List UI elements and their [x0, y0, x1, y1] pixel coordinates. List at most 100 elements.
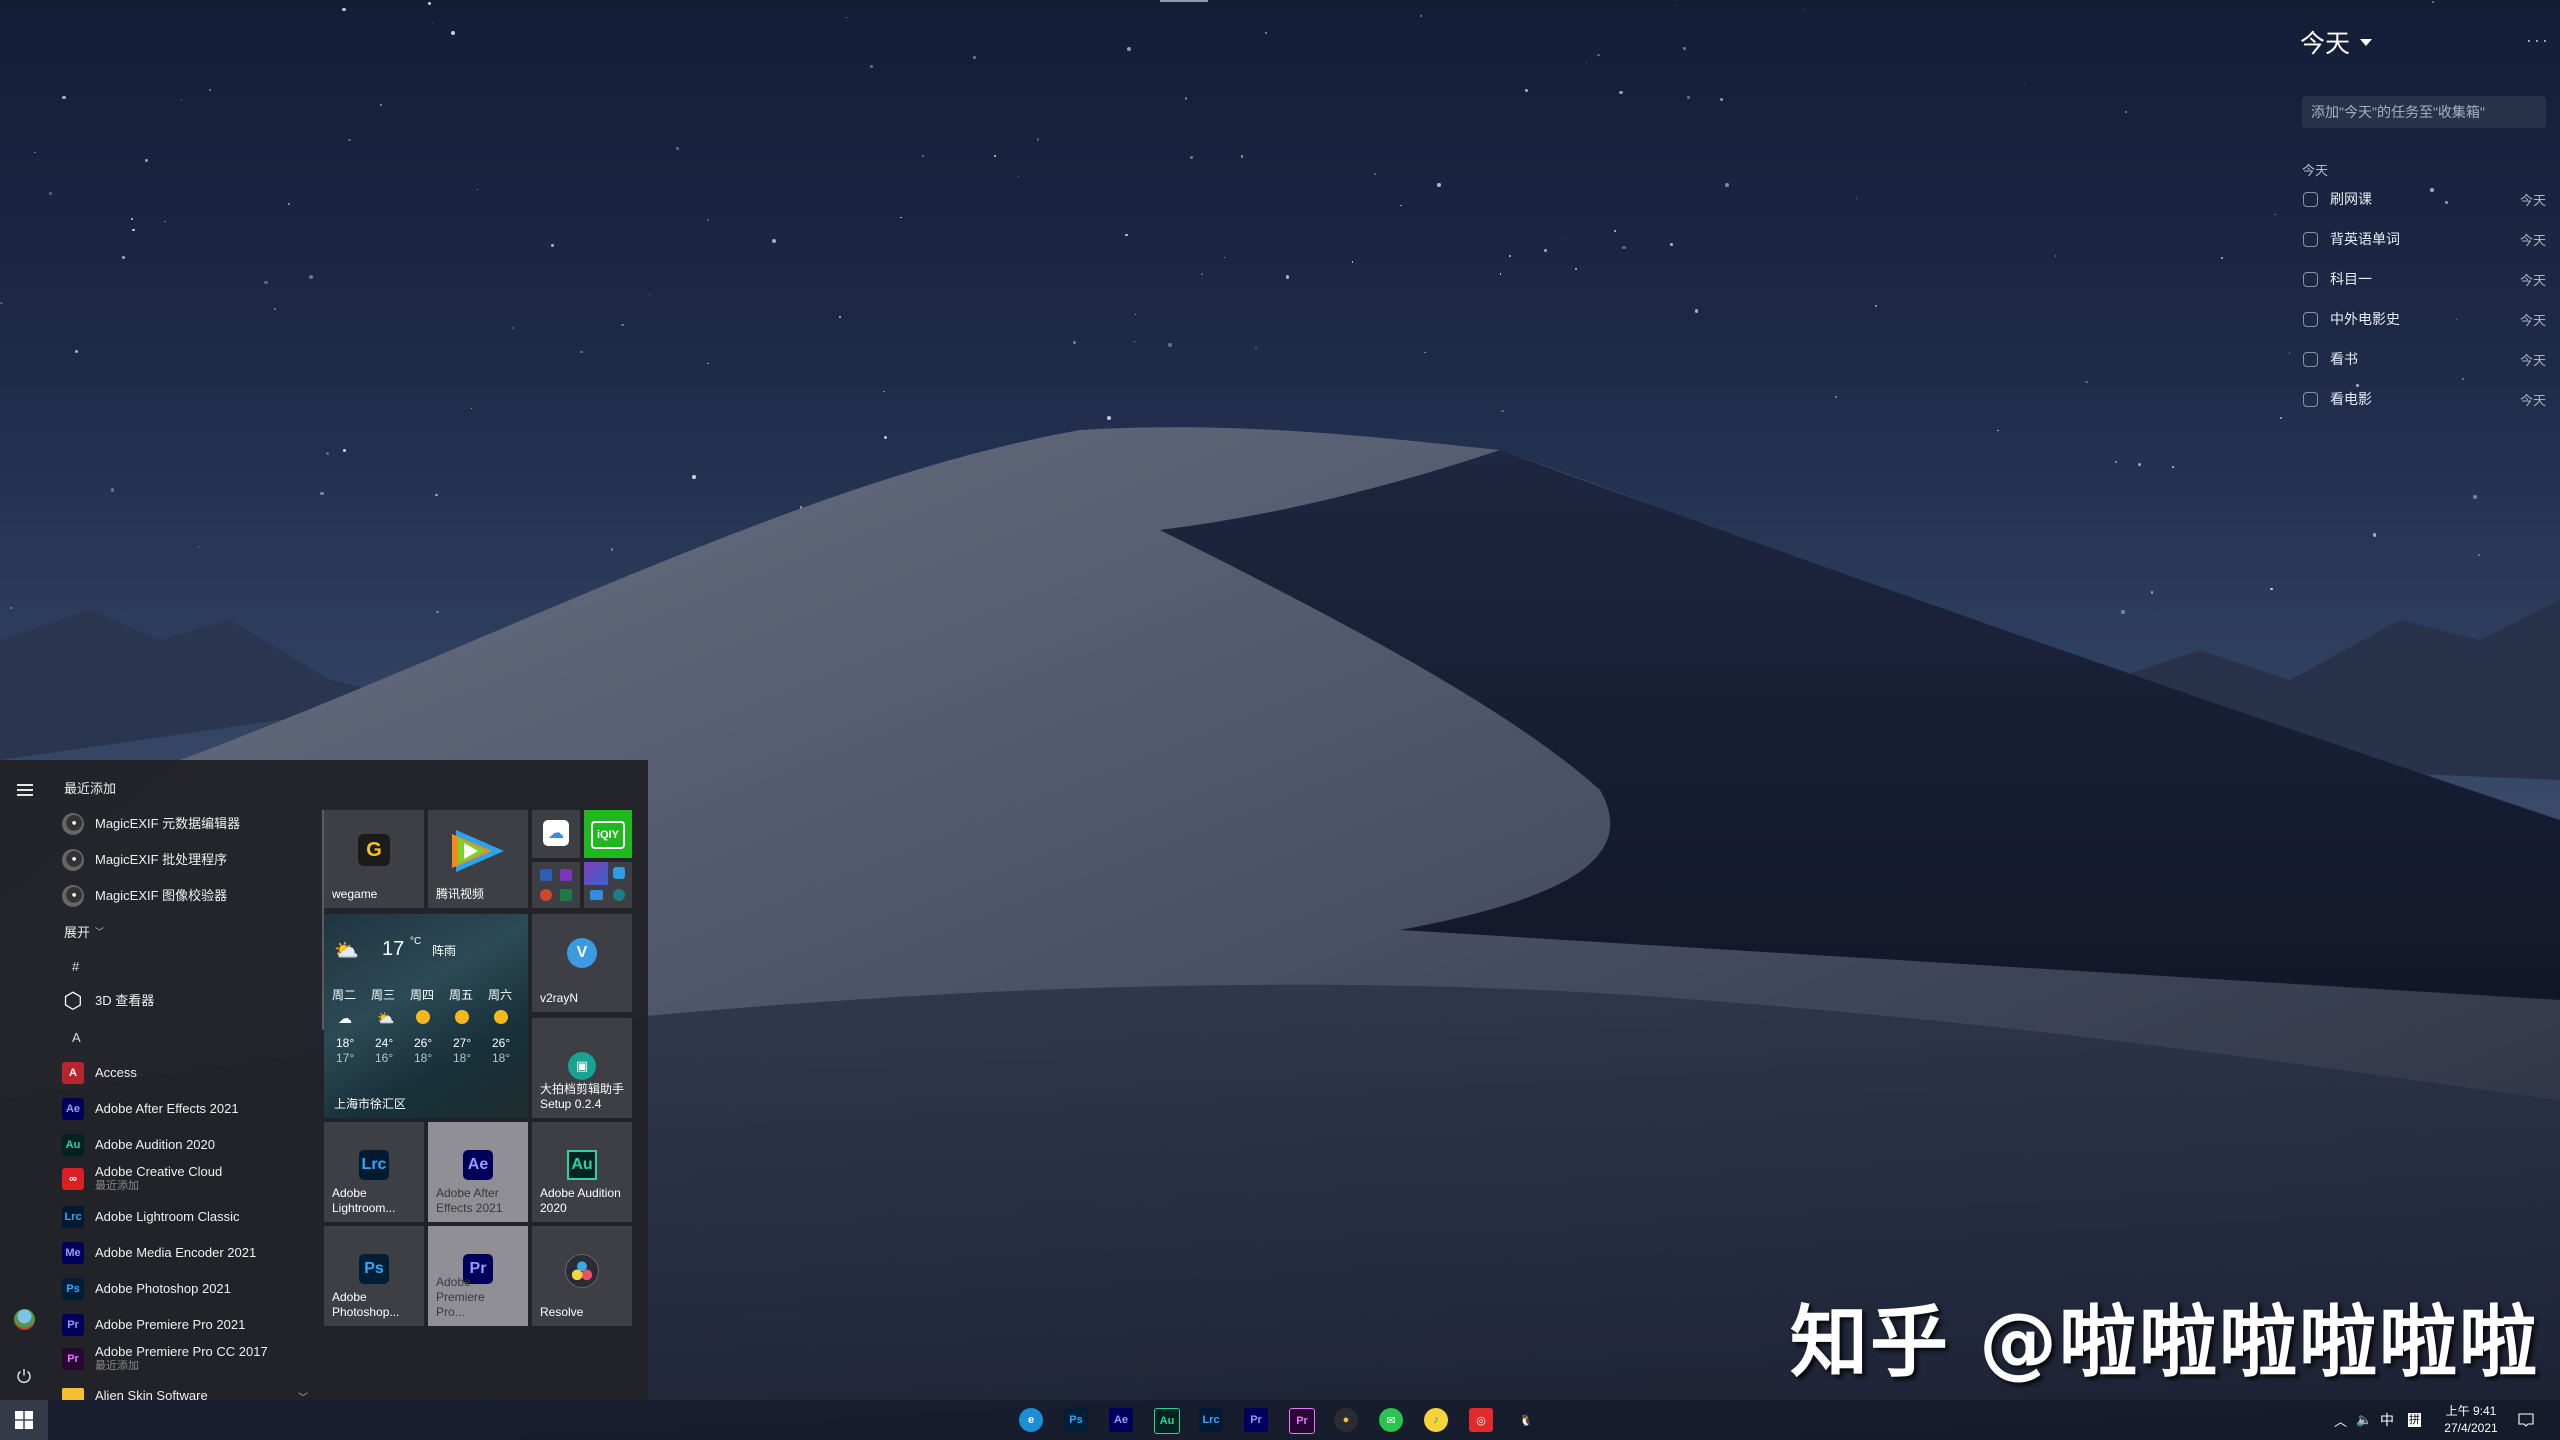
task-checkbox[interactable] — [2303, 271, 2318, 287]
app-item[interactable]: Pr Adobe Premiere Pro CC 2017 最近添加 — [62, 1345, 308, 1373]
task-due: 今天 — [2519, 192, 2546, 208]
magicexif-icon — [62, 813, 84, 835]
task-item[interactable]: 看书 今天 — [2300, 339, 2550, 379]
tile-baidu-netdisk[interactable]: ☁ — [532, 810, 580, 858]
app-label: MagicEXIF 图像校验器 — [95, 888, 228, 903]
ime-language[interactable]: 中 — [2380, 1400, 2394, 1440]
app-item[interactable]: ⬡ 3D 查看器 — [62, 987, 308, 1015]
photoshop-icon: Ps — [62, 1278, 84, 1300]
app-item[interactable]: Au Adobe Audition 2020 — [62, 1131, 308, 1159]
tile-weather[interactable]: ⛅ 17 °C 阵雨 周二 ☁ 18° 17° 周三 ⛅ 24° 16° 周四 26… — [324, 914, 528, 1118]
app-list[interactable]: 最近添加 MagicEXIF 元数据编辑器 MagicEXIF 批处理程序 Ma… — [48, 760, 308, 1400]
weather-condition: 阵雨 — [432, 944, 457, 958]
taskbar-after-effects-icon[interactable]: Ae — [1109, 1408, 1133, 1432]
tile-premiere[interactable]: Pr Adobe Premiere Pro... — [428, 1226, 528, 1326]
forecast-day-label: 周六 — [488, 988, 513, 1002]
tile-folder-apps[interactable] — [584, 862, 632, 908]
app-label: 3D 查看器 — [95, 993, 155, 1008]
app-item[interactable]: Me Adobe Media Encoder 2021 — [62, 1239, 308, 1267]
app-item[interactable]: ∞ Adobe Creative Cloud 最近添加 — [62, 1165, 308, 1193]
power-icon[interactable] — [16, 1368, 32, 1384]
dropdown-caret-icon[interactable] — [2360, 38, 2373, 46]
task-item[interactable]: 中外电影史 今天 — [2300, 299, 2550, 339]
taskbar-photoshop-icon[interactable]: Ps — [1064, 1408, 1088, 1432]
top-edge-indicator — [1160, 0, 1208, 2]
task-due: 今天 — [2519, 312, 2546, 328]
app-item[interactable]: Pr Adobe Premiere Pro 2021 — [62, 1311, 308, 1339]
taskbar-audition-icon[interactable]: Au — [1154, 1408, 1180, 1434]
tile-wegame[interactable]: G wegame — [324, 810, 424, 908]
partly-cloudy-rain-icon: ⛅ — [334, 940, 359, 962]
task-item[interactable]: 刷网课 今天 — [2300, 179, 2550, 219]
volume-icon[interactable]: 🔈 — [2356, 1400, 2372, 1440]
letter-header-a[interactable]: A — [72, 1030, 81, 1045]
app-item[interactable]: Ps Adobe Photoshop 2021 — [62, 1275, 308, 1303]
recent-app-item[interactable]: MagicEXIF 元数据编辑器 — [62, 810, 308, 838]
hamburger-menu-icon[interactable] — [17, 784, 33, 796]
task-item[interactable]: 看电影 今天 — [2300, 379, 2550, 419]
tile-after-effects[interactable]: Ae Adobe After Effects 2021 — [428, 1122, 528, 1222]
task-checkbox[interactable] — [2303, 231, 2318, 247]
task-checkbox[interactable] — [2303, 191, 2318, 207]
recent-app-item[interactable]: MagicEXIF 批处理程序 — [62, 846, 308, 874]
expand-button[interactable]: 展开 ﹀ — [64, 922, 104, 941]
task-checkbox[interactable] — [2303, 311, 2318, 327]
app-item[interactable]: Ae Adobe After Effects 2021 — [62, 1095, 308, 1123]
task-checkbox[interactable] — [2303, 391, 2318, 407]
app-label: Adobe Creative Cloud — [95, 1164, 223, 1179]
forecast-day-label: 周五 — [449, 988, 474, 1002]
chevron-down-icon[interactable]: ﹀ — [298, 1389, 308, 1401]
taskbar-davinci-resolve-icon[interactable]: ● — [1334, 1408, 1358, 1432]
app-item[interactable]: Lrc Adobe Lightroom Classic — [62, 1203, 308, 1231]
tile-lightroom[interactable]: Lrc Adobe Lightroom... — [324, 1122, 424, 1222]
task-checkbox[interactable] — [2303, 351, 2318, 367]
task-list: 刷网课 今天 背英语单词 今天 科目一 今天 中外电影史 今天 看书 今天 看电… — [2300, 179, 2550, 419]
sun-icon — [455, 1010, 469, 1027]
taskbar-wechat-icon[interactable]: ✉ — [1379, 1408, 1403, 1432]
add-task-input[interactable]: 添加"今天"的任务至"收集箱" — [2302, 96, 2546, 128]
ime-mode[interactable]: 拼 — [2408, 1400, 2421, 1440]
forecast-low: 18° — [492, 1051, 511, 1065]
clock-time: 上午 9:41 — [2445, 1404, 2497, 1418]
show-hidden-icons[interactable]: ︿ — [2334, 1400, 2347, 1440]
recent-app-item[interactable]: MagicEXIF 图像校验器 — [62, 882, 308, 910]
tile-label: Adobe After Effects 2021 — [436, 1186, 503, 1215]
task-item[interactable]: 背英语单词 今天 — [2300, 219, 2550, 259]
task-due: 今天 — [2519, 392, 2546, 408]
action-center-icon[interactable] — [2518, 1400, 2534, 1440]
app-item[interactable]: A Access — [62, 1059, 308, 1087]
forecast-day-label: 周三 — [371, 988, 396, 1002]
task-item[interactable]: 科目一 今天 — [2300, 259, 2550, 299]
after-effects-icon: Ae — [62, 1098, 84, 1120]
tile-audition[interactable]: Au Adobe Audition 2020 — [532, 1122, 632, 1222]
forecast-low: 18° — [453, 1051, 472, 1065]
taskbar-premiere-pro-icon[interactable]: Pr — [1244, 1408, 1268, 1432]
access-icon: A — [62, 1062, 84, 1084]
user-avatar[interactable] — [14, 1309, 35, 1330]
tile-resolve[interactable]: Resolve — [532, 1226, 632, 1326]
taskbar-premiere-pro-cc-icon[interactable]: Pr — [1289, 1408, 1315, 1434]
todo-list-title[interactable]: 今天 — [2300, 24, 2350, 60]
taskbar-lightroom-classic-icon[interactable]: Lrc — [1199, 1408, 1223, 1432]
letter-header-hash[interactable]: # — [72, 959, 79, 974]
tile-photoshop[interactable]: Ps Adobe Photoshop... — [324, 1226, 424, 1326]
clock[interactable]: 上午 9:41 27/4/2021 — [2438, 1400, 2504, 1440]
start-menu: 最近添加 MagicEXIF 元数据编辑器 MagicEXIF 批处理程序 Ma… — [0, 760, 648, 1400]
dolby-icon — [584, 862, 608, 885]
tile-dapaidang[interactable]: ▣ 大拍档剪辑助手 Setup 0.2.4 — [532, 1018, 632, 1118]
taskbar-qq-icon[interactable]: 🐧 — [1514, 1408, 1538, 1432]
tile-folder-office[interactable] — [532, 862, 580, 908]
tile-tencent-video[interactable]: 腾讯视频 — [428, 810, 528, 908]
taskbar-qq-music-icon[interactable]: ♪ — [1424, 1408, 1448, 1432]
task-due: 今天 — [2519, 232, 2546, 248]
app-folder-item[interactable]: Alien Skin Software ﹀ — [62, 1382, 308, 1400]
task-title: 中外电影史 — [2330, 311, 2400, 327]
app-icon — [613, 889, 625, 901]
task-due: 今天 — [2519, 352, 2546, 368]
more-options-icon[interactable]: ··· — [2526, 30, 2550, 51]
taskbar-edge-icon[interactable]: e — [1019, 1408, 1043, 1432]
taskbar-netease-music-icon[interactable]: ◎ — [1469, 1408, 1493, 1432]
start-button[interactable] — [0, 1400, 48, 1440]
tile-v2rayn[interactable]: V v2rayN — [532, 914, 632, 1012]
tile-iqiyi[interactable]: iQIY — [584, 810, 632, 858]
